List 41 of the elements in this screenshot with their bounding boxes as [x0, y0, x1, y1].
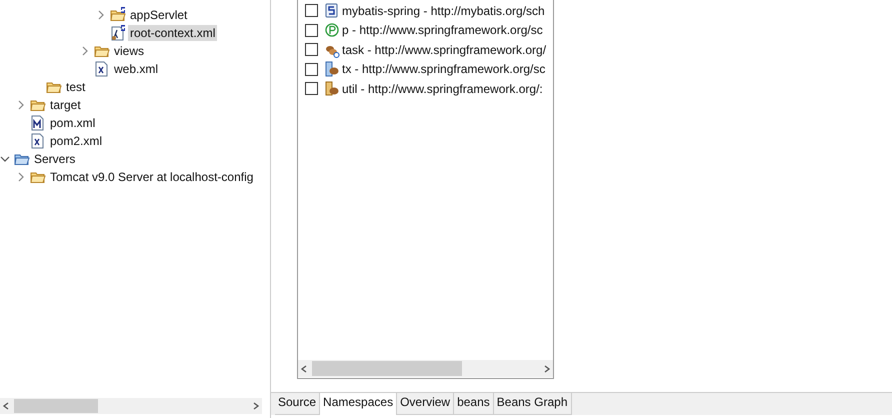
checkbox[interactable] [305, 4, 318, 18]
maven-file-icon [30, 115, 46, 131]
tree-item[interactable]: root-context.xml [128, 25, 218, 41]
horizontal-scrollbar[interactable] [0, 398, 262, 414]
spring-icon [324, 2, 340, 19]
chevron-icon[interactable] [16, 100, 26, 110]
checkbox[interactable] [305, 62, 318, 76]
beans-database-icon [324, 61, 340, 78]
chevron-icon[interactable] [16, 172, 26, 182]
tree-item[interactable]: views [112, 43, 146, 59]
xml-file-icon [94, 61, 110, 77]
tree-item[interactable]: pom2.xml [48, 133, 104, 149]
tree-item[interactable]: web.xml [112, 61, 160, 77]
tree-item[interactable]: Tomcat v9.0 Server at localhost-config [48, 169, 256, 185]
tree-item[interactable]: Servers [32, 151, 78, 167]
editor-tab[interactable]: Source [275, 393, 320, 415]
checkbox[interactable] [305, 82, 318, 96]
namespace-label: util - http://www.springframework.org/: [342, 82, 543, 96]
editor-tab[interactable]: Namespaces [320, 393, 398, 415]
editor-tab[interactable]: Beans Graph [494, 393, 572, 415]
tree-item[interactable]: target [48, 97, 83, 113]
namespace-label: tx - http://www.springframework.org/sc [342, 62, 546, 76]
tree-item[interactable]: pom.xml [48, 115, 98, 131]
tree-item[interactable]: appServlet [128, 7, 190, 23]
editor-tab[interactable]: beans [454, 393, 494, 415]
chevron-icon[interactable] [80, 46, 90, 56]
beans-icon [324, 80, 340, 97]
namespace-label: p - http://www.springframework.org/sc [342, 23, 543, 38]
p-circle-icon [324, 22, 340, 38]
xml-file-icon [110, 25, 126, 41]
xml-file-icon [30, 133, 46, 149]
tree-item[interactable]: test [64, 79, 88, 95]
chevron-icon[interactable] [96, 10, 106, 20]
namespace-label: mybatis-spring - http://mybatis.org/sch [342, 4, 545, 18]
namespace-label: task - http://www.springframework.org/ [342, 42, 546, 57]
chevron-icon[interactable] [0, 154, 10, 164]
checkbox[interactable] [305, 43, 318, 56]
checkbox[interactable] [305, 24, 318, 37]
horizontal-scrollbar[interactable] [298, 360, 553, 377]
spring-folder-icon [110, 7, 126, 23]
editor-tab[interactable]: Overview [397, 393, 454, 415]
